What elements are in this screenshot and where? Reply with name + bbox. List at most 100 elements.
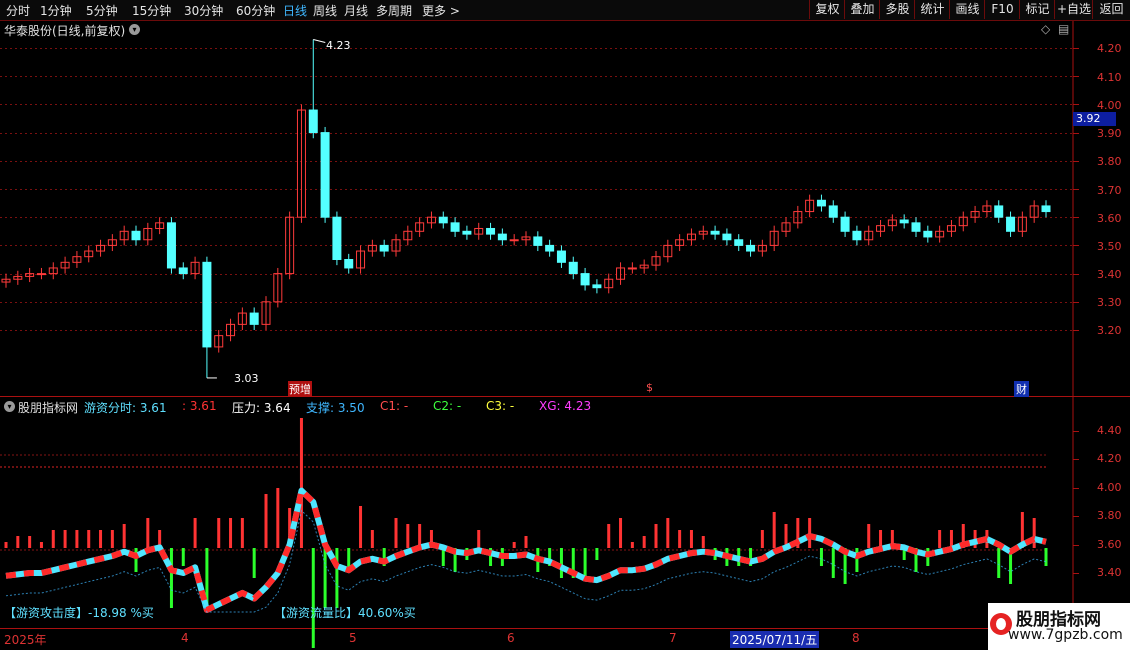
indicator-menu-icon[interactable]: ▾ [4, 401, 15, 412]
inflow-bar [406, 524, 410, 548]
inflow-bar [949, 530, 953, 548]
financial-report-badge[interactable]: 财 [1014, 381, 1029, 397]
candle-down [379, 244, 389, 252]
inflow-bar [110, 530, 114, 548]
inflow-bar [808, 518, 812, 548]
candle-down [332, 216, 342, 260]
inflow-bar [524, 536, 528, 548]
inflow-bar [359, 506, 363, 548]
price-tick: 3.80 [1097, 155, 1122, 168]
inflow-bar [394, 518, 398, 548]
attack-degree-label: 【游资攻击度】-18.98 %买 [4, 606, 154, 620]
outflow-bar [595, 548, 599, 560]
outflow-bar [323, 548, 327, 608]
low-price-label: 3.03 [234, 372, 259, 385]
candle-down [899, 219, 909, 224]
indicator-tick: 3.40 [1097, 566, 1122, 579]
panel-settings-icon[interactable]: ▤ [1058, 22, 1069, 36]
outflow-bar [252, 548, 256, 578]
price-tick: 4.20 [1097, 42, 1122, 55]
candle-down [580, 273, 590, 286]
indicator-value-3: 支撑: 3.50 [306, 401, 365, 415]
indicator-value-6: C3: - [486, 399, 515, 413]
inflow-bar [654, 524, 658, 548]
candle-up [36, 273, 46, 276]
candle-down [166, 222, 176, 269]
price-tick: 3.40 [1097, 268, 1122, 281]
inflow-bar [63, 530, 67, 548]
price-tick: 3.20 [1097, 324, 1122, 337]
candle-down [816, 199, 826, 207]
inflow-bar [867, 524, 871, 548]
inflow-bar [240, 518, 244, 548]
inflow-bar [264, 494, 268, 548]
indicator-tick: 4.20 [1097, 452, 1122, 465]
candle-down [344, 259, 354, 269]
inflow-bar [16, 536, 20, 548]
time-label-jun: 6 [507, 631, 515, 645]
indicator-value-2: 压力: 3.64 [232, 401, 291, 415]
candle-down [438, 216, 448, 224]
candlestick-chart[interactable] [0, 0, 1130, 650]
candle-up [627, 267, 637, 270]
support-line [5, 509, 1047, 613]
candle-down [994, 205, 1004, 218]
diamond-icon[interactable]: ◇ [1041, 22, 1050, 36]
indicator-value-1: : 3.61 [182, 399, 217, 413]
candle-down [320, 132, 330, 218]
outflow-bar [559, 548, 563, 578]
inflow-bar [75, 530, 79, 548]
inflow-bar [678, 530, 682, 548]
dividend-badge[interactable]: $ [646, 381, 653, 394]
candle-down [1041, 205, 1051, 213]
forecast-increase-badge[interactable]: 预增 [288, 381, 312, 397]
candle-down [178, 267, 188, 275]
inflow-bar [4, 542, 8, 548]
outflow-bar [169, 548, 173, 608]
outflow-bar [819, 548, 823, 566]
candle-down [852, 230, 862, 241]
indicator-tick: 3.80 [1097, 509, 1122, 522]
candle-down [722, 233, 732, 241]
indicator-gridlines [1073, 431, 1079, 574]
candle-down [202, 261, 212, 348]
indicator-bars [4, 418, 1048, 648]
inflow-bar [99, 530, 103, 548]
crosshair-date-label: 2025/07/11/五 [730, 631, 820, 648]
candles [1, 39, 1051, 378]
price-tick: 3.90 [1097, 127, 1122, 140]
indicator-value-5: C2: - [433, 399, 462, 413]
outflow-bar [997, 548, 1001, 578]
time-label-year: 2025年 [4, 633, 47, 647]
inflow-bar [51, 530, 55, 548]
inflow-bar [879, 530, 883, 548]
inflow-bar [299, 418, 303, 548]
inflow-bar [39, 542, 43, 548]
candle-down [734, 239, 744, 246]
indicator-value-0: 游资分时: 3.61 [84, 401, 167, 415]
crosshair-price-box: 3.92 [1073, 112, 1116, 126]
inflow-bar [146, 518, 150, 548]
inflow-bar [276, 488, 280, 548]
watermark-url: www.7gpzb.com [1008, 627, 1123, 643]
indicator-name[interactable]: 股朋指标网 [18, 399, 78, 416]
time-label-jul: 7 [669, 631, 677, 645]
inflow-bar [193, 518, 197, 548]
inflow-bar [607, 524, 611, 548]
indicator-lines [0, 454, 1046, 551]
chevron-down-icon[interactable]: ▾ [129, 24, 140, 35]
inflow-bar [701, 536, 705, 548]
candle-down [497, 233, 507, 241]
inflow-bar [370, 530, 374, 548]
inflow-bar [512, 542, 516, 548]
candle-down [568, 261, 578, 275]
outflow-bar [311, 548, 315, 648]
indicator-tick: 4.00 [1097, 481, 1122, 494]
candle-down [533, 236, 543, 246]
candle-down [828, 205, 838, 218]
indicator-value-7: XG: 4.23 [539, 399, 592, 413]
outflow-bar [831, 548, 835, 578]
candle-down [462, 230, 472, 235]
inflow-bar [689, 530, 693, 548]
price-tick: 3.50 [1097, 240, 1122, 253]
